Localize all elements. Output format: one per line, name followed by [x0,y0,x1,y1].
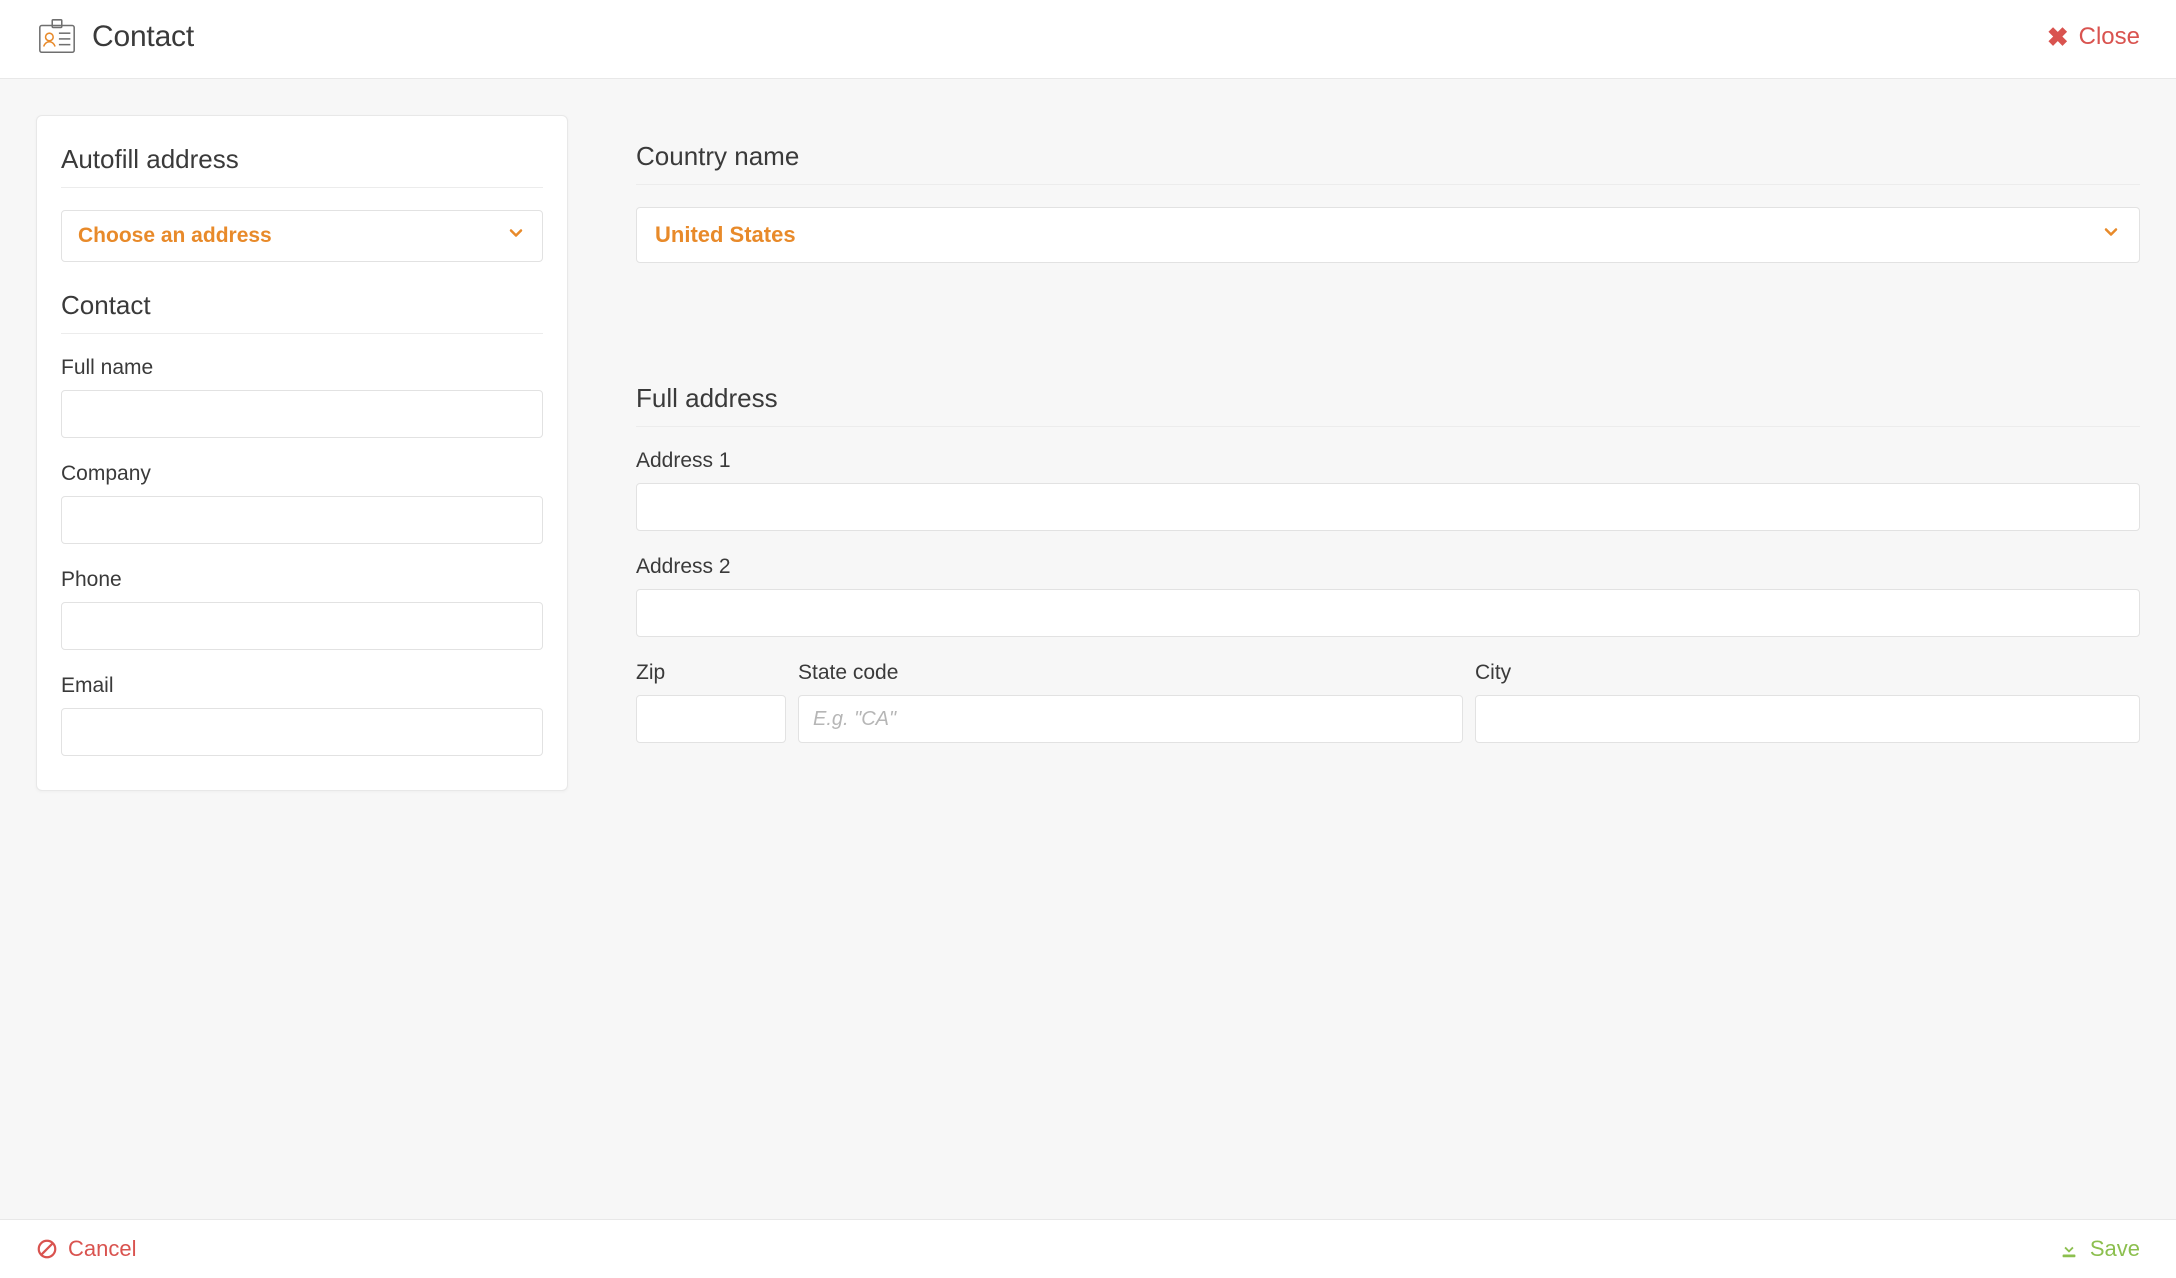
save-button[interactable]: Save [2058,1236,2140,1262]
save-label: Save [2090,1236,2140,1262]
contact-card-icon [36,16,78,58]
footer-bar: Cancel Save [0,1219,2176,1278]
field-full-name: Full name [61,356,543,438]
full-name-label: Full name [61,356,543,380]
zip-state-city-row: Zip State code City [636,661,2140,767]
state-label: State code [798,661,1463,685]
country-select[interactable]: United States [636,207,2140,263]
cancel-label: Cancel [68,1236,136,1262]
phone-label: Phone [61,568,543,592]
header-bar: Contact ✖ Close [0,0,2176,79]
company-label: Company [61,462,543,486]
address2-input[interactable] [636,589,2140,637]
field-email: Email [61,674,543,756]
country-section: Country name United States [636,141,2140,263]
address1-input[interactable] [636,483,2140,531]
field-address2: Address 2 [636,555,2140,637]
country-heading: Country name [636,141,2140,185]
address2-label: Address 2 [636,555,2140,579]
phone-input[interactable] [61,602,543,650]
email-input[interactable] [61,708,543,756]
close-button[interactable]: ✖ Close [2047,22,2140,53]
chevron-down-icon [506,223,526,249]
field-zip: Zip [636,661,786,743]
company-input[interactable] [61,496,543,544]
full-address-section: Full address Address 1 Address 2 Zip Sta… [636,383,2140,767]
contact-heading: Contact [61,290,543,334]
autofill-selected-value: Choose an address [78,224,272,248]
address1-label: Address 1 [636,449,2140,473]
close-label: Close [2079,23,2140,51]
autofill-address-select[interactable]: Choose an address [61,210,543,262]
zip-input[interactable] [636,695,786,743]
city-label: City [1475,661,2140,685]
state-input[interactable] [798,695,1463,743]
field-phone: Phone [61,568,543,650]
country-selected-value: United States [655,222,796,248]
main-content: Autofill address Choose an address Conta… [0,79,2176,1219]
close-icon: ✖ [2047,22,2069,53]
zip-label: Zip [636,661,786,685]
contact-card: Autofill address Choose an address Conta… [36,115,568,791]
cancel-button[interactable]: Cancel [36,1236,136,1262]
field-company: Company [61,462,543,544]
header-left: Contact [36,16,194,58]
field-city: City [1475,661,2140,767]
right-column: Country name United States Full address … [636,115,2140,767]
cancel-icon [36,1238,58,1260]
full-address-heading: Full address [636,383,2140,427]
city-input[interactable] [1475,695,2140,743]
field-state: State code [798,661,1463,743]
field-address1: Address 1 [636,449,2140,531]
full-name-input[interactable] [61,390,543,438]
email-label: Email [61,674,543,698]
page-title: Contact [92,20,194,54]
chevron-down-icon [2101,222,2121,248]
autofill-heading: Autofill address [61,144,543,188]
download-icon [2058,1238,2080,1260]
